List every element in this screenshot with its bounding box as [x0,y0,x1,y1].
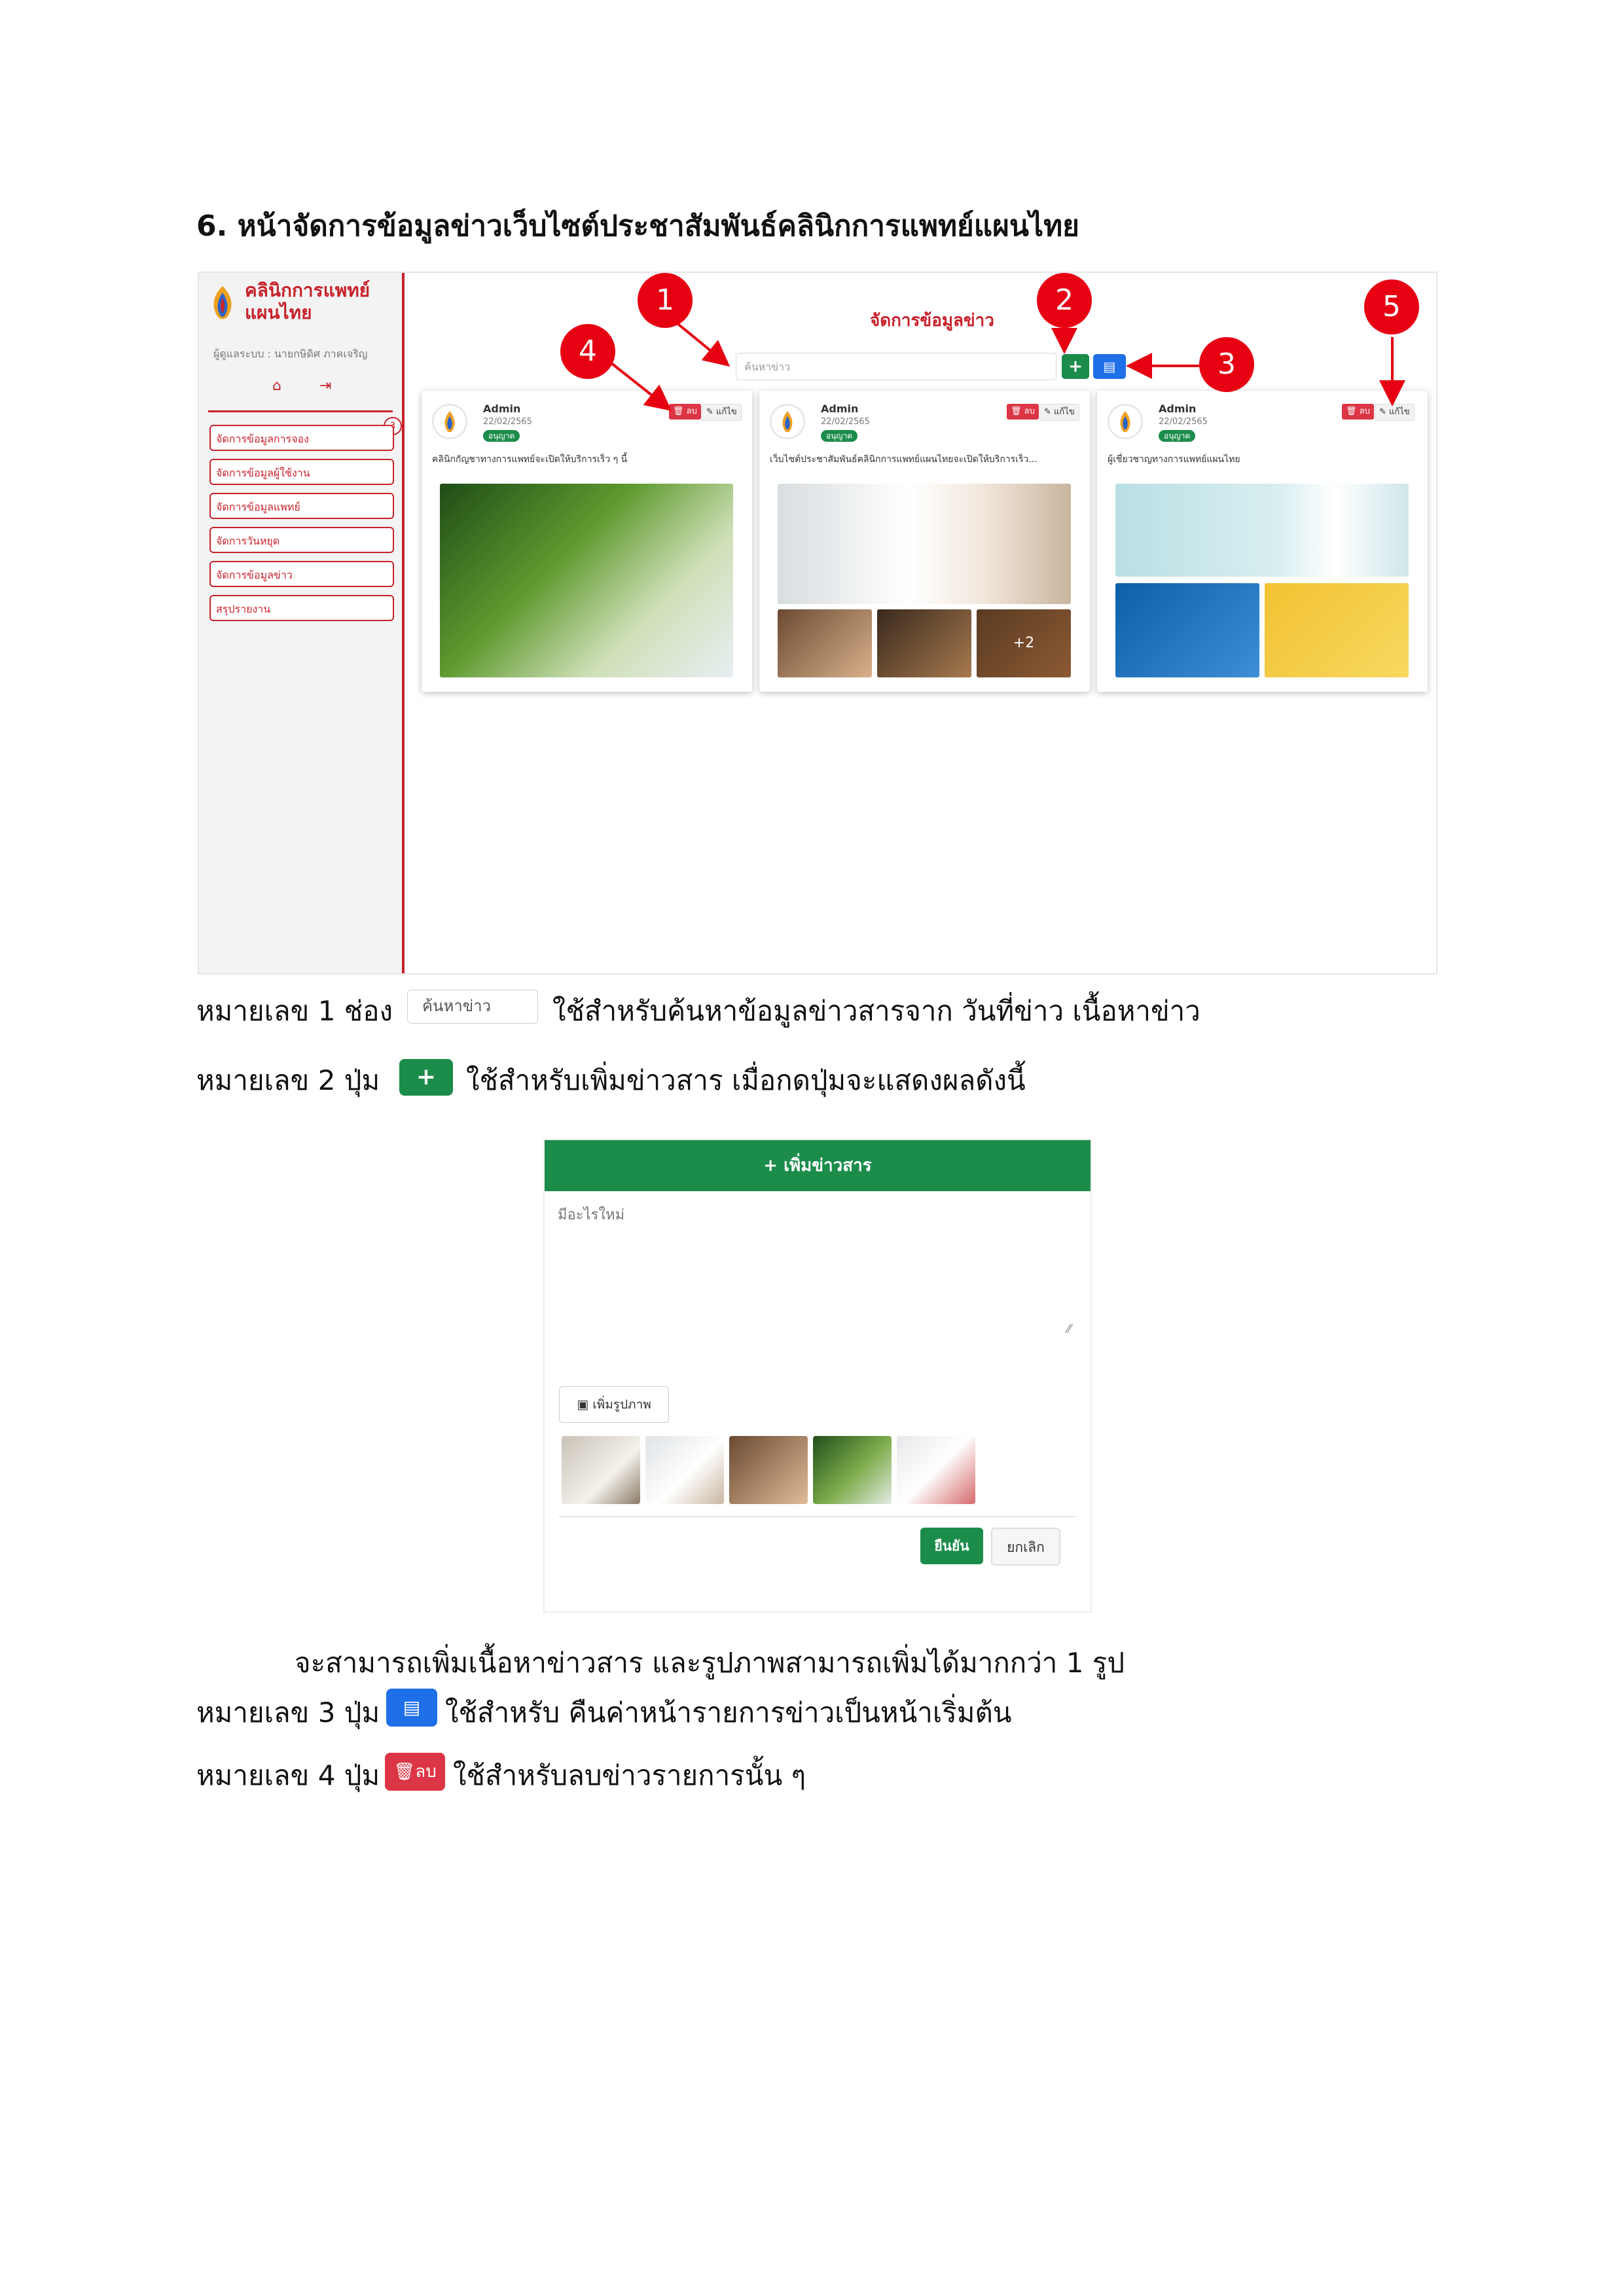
inline-add-button-example: + [399,1059,453,1096]
add-news-modal: + เพิ่มข่าวสาร มีอะไรใหม่ ⁄⁄ ▣ เพิ่มรูปภ… [543,1139,1092,1613]
image-thumbnail[interactable] [562,1436,640,1504]
marker-5: 5 [1364,279,1419,334]
add-image-button[interactable]: ▣ เพิ่มรูปภาพ [559,1386,669,1423]
inline-reset-button-example: ▤ [386,1689,437,1727]
list-icon: ▤ [403,1696,421,1718]
image-thumbnail[interactable] [729,1436,808,1504]
desc-3-label: หมายเลข 3 ปุ่ม [196,1696,380,1729]
desc-1-label: หมายเลข 1 ช่อง [196,995,393,1027]
modal-title: + เพิ่มข่าวสาร [545,1140,1091,1191]
desc-2-label: หมายเลข 2 ปุ่ม [196,1064,380,1096]
inline-search-example: ค้นหาข่าว [407,990,538,1024]
desc-1-text: ใช้สำหรับค้นหาข้อมูลข่าวสารจาก วันที่ข่า… [552,995,1200,1027]
image-thumbnail[interactable] [897,1436,975,1504]
delete-label: ลบ [415,1762,437,1782]
add-image-label: เพิ่มรูปภาพ [592,1397,651,1412]
resize-handle-icon[interactable]: ⁄⁄ [1067,1322,1071,1336]
image-thumbnail[interactable] [645,1436,724,1504]
desc-4-text: ใช้สำหรับลบข่าวรายการนั้น ๆ [453,1759,806,1791]
marker-1: 1 [638,273,693,328]
images-icon: ▣ [577,1397,589,1412]
inline-delete-button-example: 🗑ลบ [385,1753,445,1791]
paragraph-after-modal: จะสามารถเพิ่มเนื้อหาข่าวสาร และรูปภาพสาม… [295,1647,1125,1679]
trash-icon: 🗑 [393,1762,416,1782]
desc-3-text: ใช้สำหรับ คืนค่าหน้ารายการข่าวเป็นหน้าเร… [445,1696,1012,1729]
confirm-button[interactable]: ยืนยัน [920,1528,983,1564]
section-heading: 6. หน้าจัดการข้อมูลข่าวเว็บไซต์ประชาสัมพ… [196,209,1079,243]
news-admin-screenshot: คลินิกการแพทย์ แผนไทย ผู้ดูแลระบบ : นายก… [198,272,1437,975]
desc-2-text: ใช้สำหรับเพิ่มข่าวสาร เมื่อกดปุ่มจะแสดงผ… [466,1064,1026,1096]
marker-4: 4 [560,324,615,379]
cancel-button[interactable]: ยกเลิก [991,1528,1060,1566]
marker-2: 2 [1037,273,1092,328]
desc-4-label: หมายเลข 4 ปุ่ม [196,1759,380,1791]
image-thumbnail[interactable] [813,1436,892,1504]
news-content-textarea[interactable]: มีอะไรใหม่ [558,1203,1077,1334]
marker-3: 3 [1199,337,1254,392]
divider [559,1516,1076,1517]
